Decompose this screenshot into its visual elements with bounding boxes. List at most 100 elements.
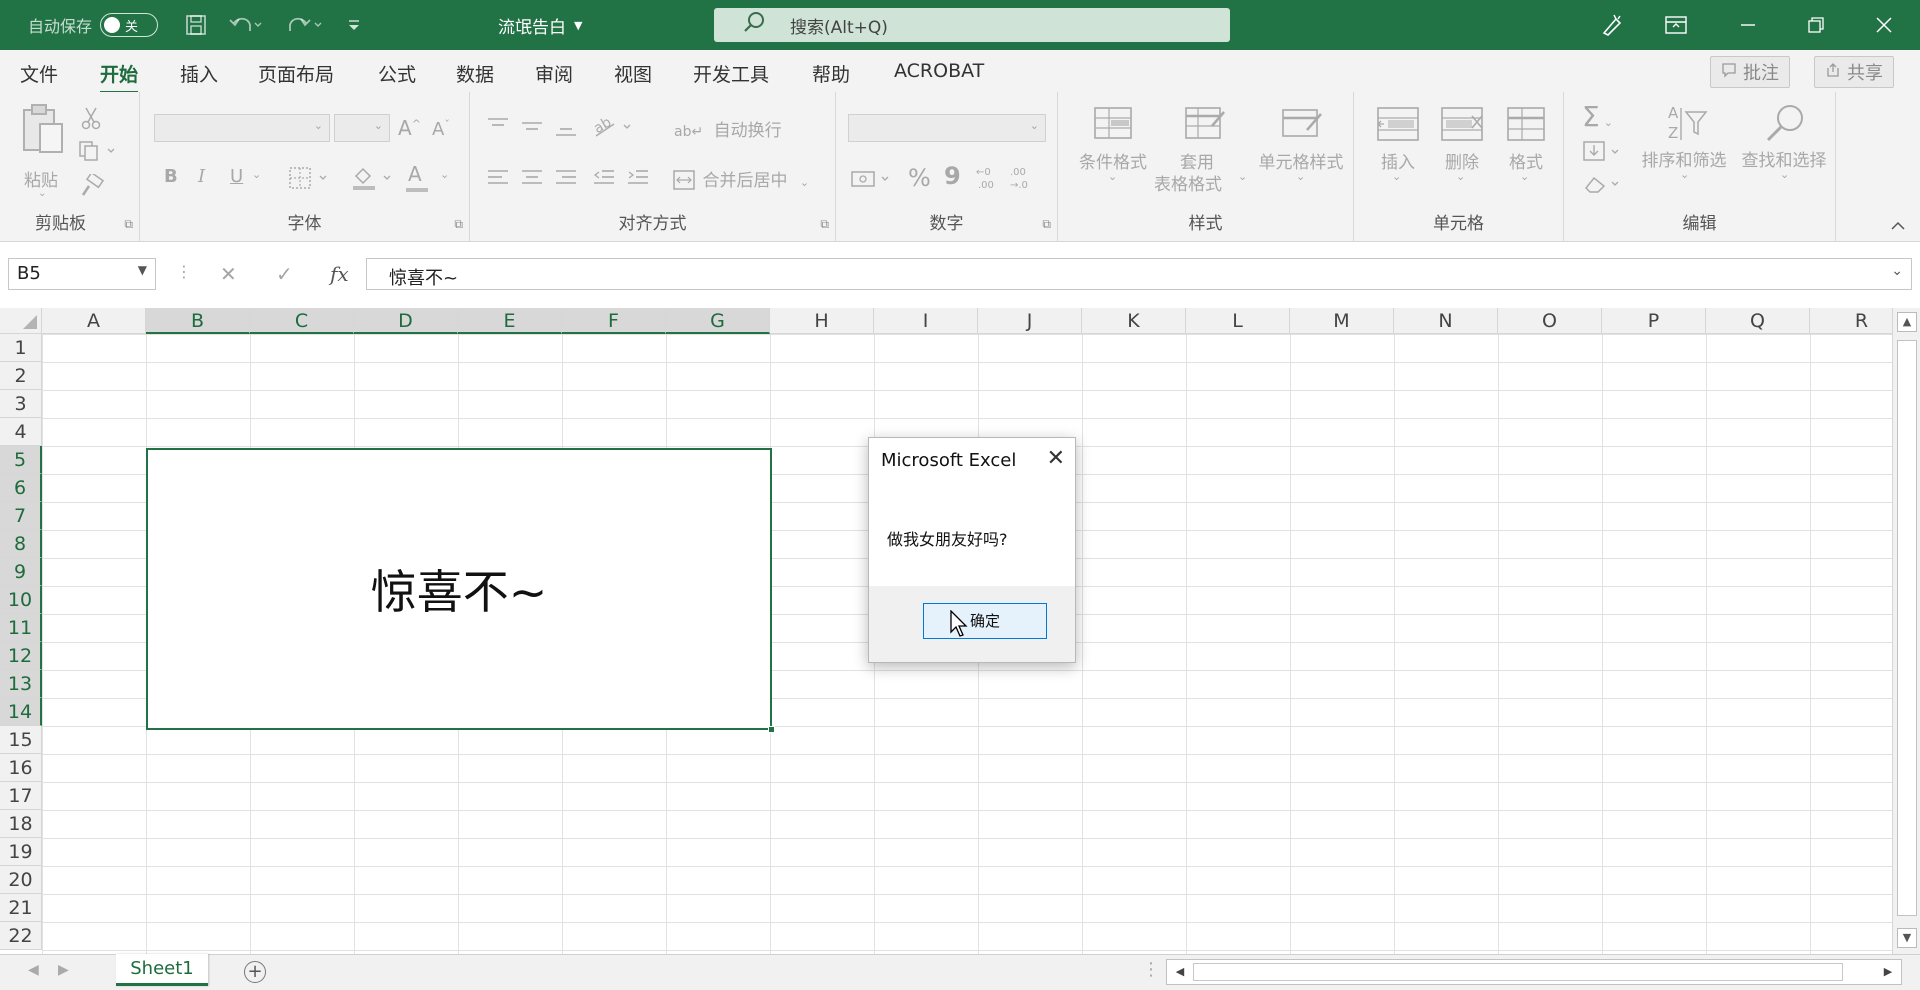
format-cells-button[interactable]: 格式 ⌄ xyxy=(1496,104,1556,204)
column-header-h[interactable]: H xyxy=(770,308,874,334)
font-color-icon[interactable]: A xyxy=(408,162,422,186)
font-size-dropdown[interactable]: ⌄ xyxy=(334,114,390,142)
comment-button[interactable]: 批注 xyxy=(1710,56,1790,88)
column-header-j[interactable]: J xyxy=(978,308,1082,334)
dialog-launcher-icon[interactable]: ⧉ xyxy=(1042,217,1051,232)
column-header-g[interactable]: G xyxy=(666,308,770,334)
underline-button[interactable]: U xyxy=(230,166,243,187)
ok-button[interactable]: 确定 xyxy=(923,603,1047,639)
row-header-7[interactable]: 7 xyxy=(0,502,42,530)
ribbon-display-icon[interactable] xyxy=(1648,0,1704,50)
row-header-2[interactable]: 2 xyxy=(0,362,42,390)
tab-help[interactable]: 帮助 xyxy=(812,60,850,87)
row-header-16[interactable]: 16 xyxy=(0,754,42,782)
restore-icon[interactable] xyxy=(1788,0,1844,50)
close-icon[interactable] xyxy=(1856,0,1912,50)
align-top-icon[interactable] xyxy=(486,116,510,140)
format-painter-icon[interactable] xyxy=(80,171,105,202)
sort-filter-button[interactable]: AZ 排序和筛选 ⌄ xyxy=(1636,102,1736,202)
row-header-6[interactable]: 6 xyxy=(0,474,42,502)
merge-center-button[interactable]: 合并后居中 ⌄ xyxy=(672,166,809,195)
horizontal-scroll-thumb[interactable] xyxy=(1193,963,1843,981)
decrease-indent-icon[interactable] xyxy=(592,168,616,192)
insert-function-icon[interactable]: fx xyxy=(330,262,349,286)
cell-styles-button[interactable]: 单元格样式 ⌄ xyxy=(1248,104,1354,204)
tab-view[interactable]: 视图 xyxy=(614,60,652,87)
percent-button[interactable]: % xyxy=(908,164,931,192)
row-header-5[interactable]: 5 xyxy=(0,446,42,474)
row-header-19[interactable]: 19 xyxy=(0,838,42,866)
column-header-k[interactable]: K xyxy=(1082,308,1186,334)
column-header-q[interactable]: Q xyxy=(1706,308,1810,334)
row-header-21[interactable]: 21 xyxy=(0,894,42,922)
column-header-n[interactable]: N xyxy=(1394,308,1498,334)
dialog-launcher-icon[interactable]: ⧉ xyxy=(820,217,829,232)
number-format-dropdown[interactable]: ⌄ xyxy=(848,114,1046,142)
tab-developer[interactable]: 开发工具 xyxy=(693,60,769,87)
clear-icon[interactable] xyxy=(1582,172,1626,200)
scroll-left-icon[interactable]: ◀ xyxy=(1171,963,1189,981)
autosum-icon[interactable]: Σ ⌄ xyxy=(1582,100,1613,133)
tab-file[interactable]: 文件 xyxy=(20,60,58,87)
tab-acrobat[interactable]: ACROBAT xyxy=(894,60,984,82)
increase-indent-icon[interactable] xyxy=(626,168,650,192)
row-header-13[interactable]: 13 xyxy=(0,670,42,698)
scroll-right-icon[interactable]: ▶ xyxy=(1879,963,1897,981)
conditional-format-button[interactable]: 条件格式 ⌄ xyxy=(1070,104,1156,204)
tab-formulas[interactable]: 公式 xyxy=(378,60,416,87)
redo-icon[interactable] xyxy=(282,0,322,50)
scroll-down-icon[interactable]: ▼ xyxy=(1897,928,1917,948)
autosave[interactable]: 自动保存 关 xyxy=(28,0,159,50)
decrease-font-icon[interactable]: Aˇ xyxy=(432,118,450,140)
row-header-9[interactable]: 9 xyxy=(0,558,42,586)
tab-insert[interactable]: 插入 xyxy=(180,60,218,87)
bold-button[interactable]: B xyxy=(164,166,178,187)
next-sheet-icon[interactable]: ▶ xyxy=(58,962,69,978)
find-select-button[interactable]: 查找和选择 ⌄ xyxy=(1736,102,1836,202)
cut-icon[interactable] xyxy=(80,106,102,134)
row-header-3[interactable]: 3 xyxy=(0,390,42,418)
tab-home[interactable]: 开始 xyxy=(100,60,139,94)
customize-qat-icon[interactable] xyxy=(346,0,362,50)
merged-cell-b5[interactable]: 惊喜不~ xyxy=(146,448,775,733)
row-header-8[interactable]: 8 xyxy=(0,530,42,558)
increase-font-icon[interactable]: A^ xyxy=(398,116,421,140)
column-header-f[interactable]: F xyxy=(562,308,666,334)
search-box[interactable]: 搜索(Alt+Q) xyxy=(714,8,1230,42)
column-header-c[interactable]: C xyxy=(250,308,354,334)
column-header-o[interactable]: O xyxy=(1498,308,1602,334)
tab-review[interactable]: 审阅 xyxy=(535,60,573,87)
row-header-15[interactable]: 15 xyxy=(0,726,42,754)
add-sheet-button[interactable]: + xyxy=(244,961,266,983)
italic-button[interactable]: I xyxy=(198,166,205,187)
close-icon[interactable]: ✕ xyxy=(1047,446,1065,471)
minimize-icon[interactable] xyxy=(1720,0,1776,50)
row-header-22[interactable]: 22 xyxy=(0,922,42,950)
prev-sheet-icon[interactable]: ◀ xyxy=(28,962,39,978)
row-header-11[interactable]: 11 xyxy=(0,614,42,642)
undo-icon[interactable] xyxy=(228,0,262,50)
column-header-i[interactable]: I xyxy=(874,308,978,334)
font-name-dropdown[interactable]: ⌄ xyxy=(154,114,330,142)
row-header-18[interactable]: 18 xyxy=(0,810,42,838)
align-middle-icon[interactable] xyxy=(520,116,544,140)
row-header-4[interactable]: 4 xyxy=(0,418,42,446)
column-header-e[interactable]: E xyxy=(458,308,562,334)
row-header-14[interactable]: 14 xyxy=(0,698,42,726)
autosave-toggle[interactable]: 关 xyxy=(100,13,159,37)
vertical-scrollbar[interactable]: ▲ ▼ xyxy=(1892,308,1920,954)
accounting-icon[interactable] xyxy=(850,166,894,194)
column-header-a[interactable]: A xyxy=(42,308,146,334)
column-header-m[interactable]: M xyxy=(1290,308,1394,334)
sheet-tab-sheet1[interactable]: Sheet1 xyxy=(116,954,208,986)
horizontal-scrollbar[interactable]: ◀ ▶ xyxy=(1166,959,1902,985)
wrap-text-button[interactable]: ab↵ 自动换行 xyxy=(674,116,782,141)
row-header-17[interactable]: 17 xyxy=(0,782,42,810)
paste-button[interactable]: 粘贴 ⌄ xyxy=(18,102,70,199)
column-header-b[interactable]: B xyxy=(146,308,250,334)
copy-icon[interactable] xyxy=(78,140,118,166)
scroll-up-icon[interactable]: ▲ xyxy=(1897,312,1917,332)
align-center-icon[interactable] xyxy=(520,168,544,192)
select-all-corner[interactable] xyxy=(0,308,42,334)
cancel-icon[interactable]: ✕ xyxy=(220,262,237,286)
